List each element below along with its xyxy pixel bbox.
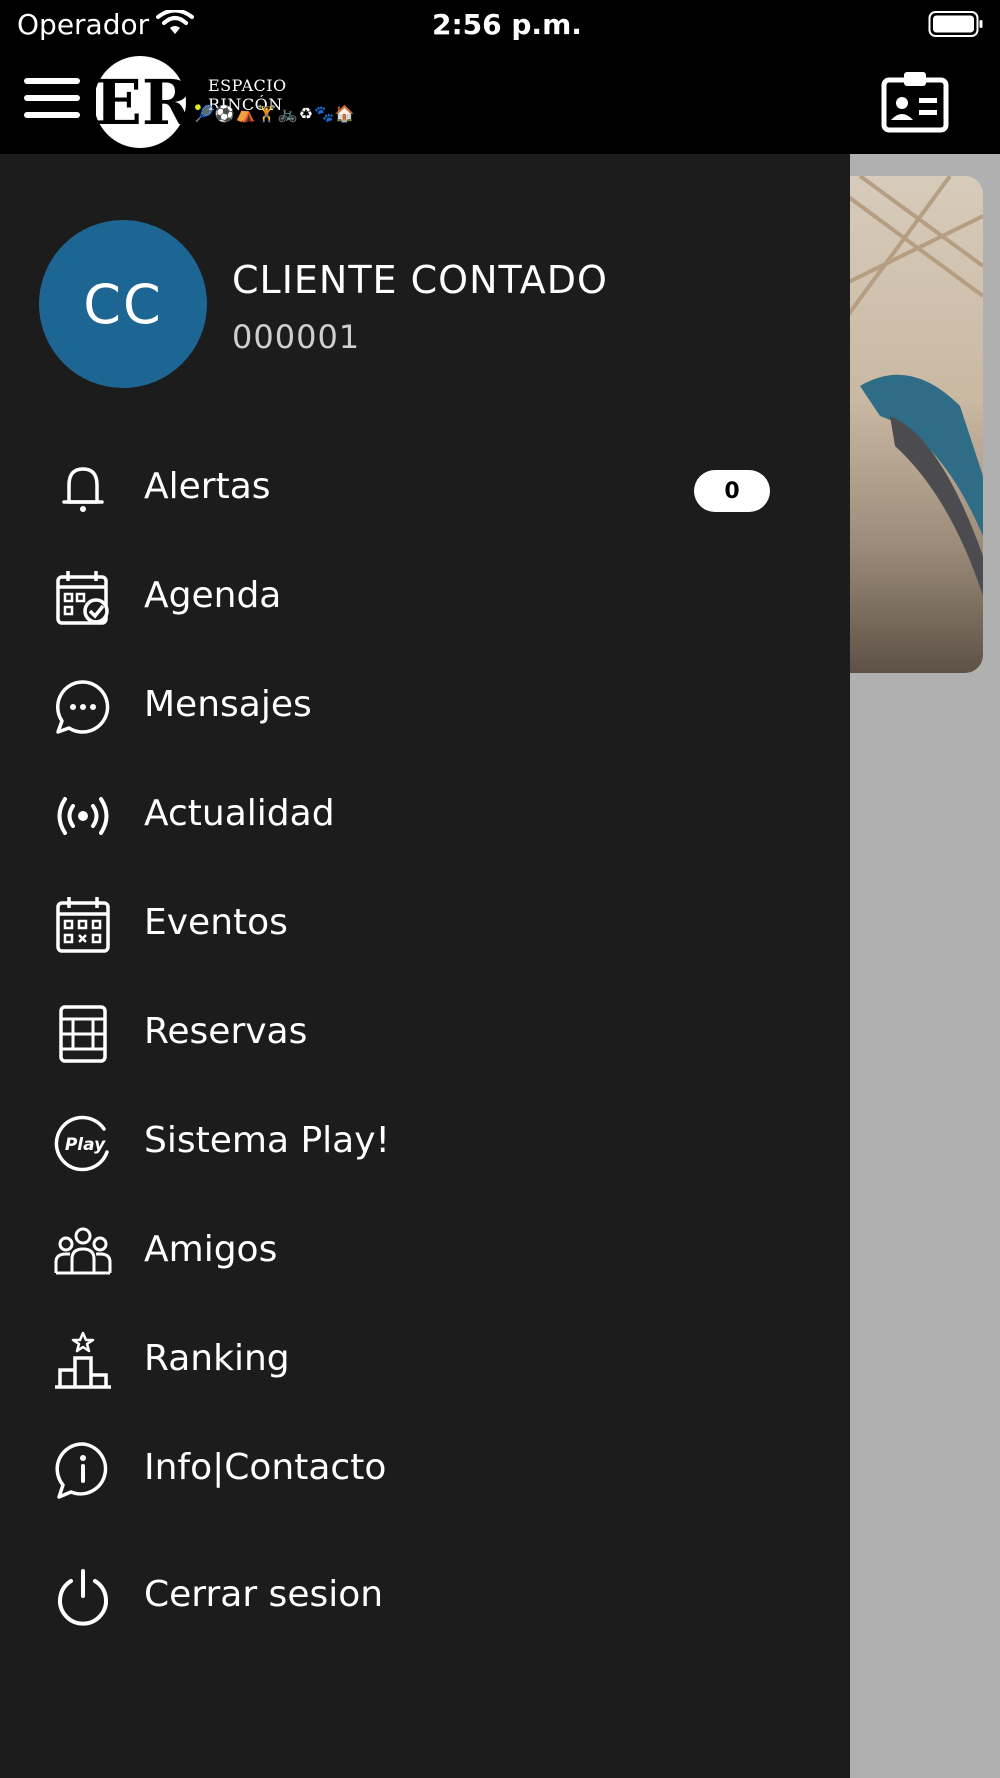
menu-item-label: Cerrar sesion bbox=[144, 1574, 384, 1615]
calendar-grid-icon bbox=[52, 894, 114, 956]
play-logo-icon: Play bbox=[52, 1112, 114, 1174]
menu-item-eventos[interactable]: Eventos bbox=[0, 876, 850, 972]
logo-monogram-icon: ER bbox=[96, 56, 194, 148]
power-icon bbox=[52, 1566, 114, 1628]
menu-item-alertas[interactable]: Alertas 0 bbox=[0, 440, 850, 536]
hamburger-bar bbox=[24, 112, 80, 118]
menu-item-agenda[interactable]: Agenda bbox=[0, 549, 850, 645]
user-id: 000001 bbox=[232, 318, 361, 356]
hamburger-bar bbox=[24, 95, 80, 101]
brand-sport-icons: 🎾⚽⛺🏋🚲♻🐾🏠 bbox=[194, 104, 356, 123]
alerts-count-badge: 0 bbox=[694, 470, 770, 512]
brand-logo: ER ESPACIO RINCÓN 🎾⚽⛺🏋🚲♻🐾🏠 bbox=[96, 52, 366, 154]
navigation-drawer: CC CLIENTE CONTADO 000001 Alertas 0 Agen… bbox=[0, 154, 850, 1778]
wifi-icon bbox=[156, 10, 194, 34]
menu-item-label: Ranking bbox=[144, 1338, 290, 1379]
menu-item-label: Amigos bbox=[144, 1229, 278, 1270]
app-screen: Operador 2:56 p.m. ER ESPACIO RINCÓN 🎾⚽⛺… bbox=[0, 0, 1000, 1778]
svg-text:Play: Play bbox=[65, 1135, 106, 1155]
app-header: ER ESPACIO RINCÓN 🎾⚽⛺🏋🚲♻🐾🏠 bbox=[0, 52, 1000, 154]
menu-item-label: Info|Contacto bbox=[144, 1447, 387, 1488]
clock: 2:56 p.m. bbox=[432, 8, 582, 41]
menu-item-info-contacto[interactable]: Info|Contacto bbox=[0, 1421, 850, 1517]
member-card-icon[interactable] bbox=[880, 70, 950, 134]
menu-item-label: Reservas bbox=[144, 1011, 308, 1052]
menu-item-mensajes[interactable]: Mensajes bbox=[0, 658, 850, 754]
menu-item-label: Actualidad bbox=[144, 793, 335, 834]
info-chat-icon bbox=[52, 1439, 114, 1501]
podium-icon bbox=[52, 1330, 114, 1392]
menu-item-sistema-play[interactable]: Play Sistema Play! bbox=[0, 1094, 850, 1190]
menu-item-label: Alertas bbox=[144, 466, 271, 507]
avatar[interactable]: CC bbox=[39, 220, 207, 388]
calendar-check-icon bbox=[52, 567, 114, 629]
broadcast-icon bbox=[52, 785, 114, 847]
battery-icon bbox=[928, 11, 983, 37]
user-name: CLIENTE CONTADO bbox=[232, 258, 608, 302]
bell-icon bbox=[52, 458, 114, 520]
menu-item-reservas[interactable]: Reservas bbox=[0, 985, 850, 1081]
menu-item-cerrar-sesion[interactable]: Cerrar sesion bbox=[0, 1548, 850, 1644]
court-icon bbox=[52, 1003, 114, 1065]
chat-bubble-icon bbox=[52, 676, 114, 738]
menu-item-label: Eventos bbox=[144, 902, 288, 943]
menu-item-actualidad[interactable]: Actualidad bbox=[0, 767, 850, 863]
hamburger-bar bbox=[24, 78, 80, 84]
menu-item-label: Mensajes bbox=[144, 684, 312, 725]
menu-item-amigos[interactable]: Amigos bbox=[0, 1203, 850, 1299]
menu-item-label: Agenda bbox=[144, 575, 282, 616]
carrier-label: Operador bbox=[17, 8, 150, 41]
svg-text:ER: ER bbox=[96, 66, 194, 139]
status-bar: Operador 2:56 p.m. bbox=[0, 0, 1000, 52]
menu-item-ranking[interactable]: Ranking bbox=[0, 1312, 850, 1408]
menu-toggle-button[interactable] bbox=[22, 74, 82, 122]
menu-item-label: Sistema Play! bbox=[144, 1120, 390, 1161]
group-icon bbox=[52, 1221, 114, 1283]
